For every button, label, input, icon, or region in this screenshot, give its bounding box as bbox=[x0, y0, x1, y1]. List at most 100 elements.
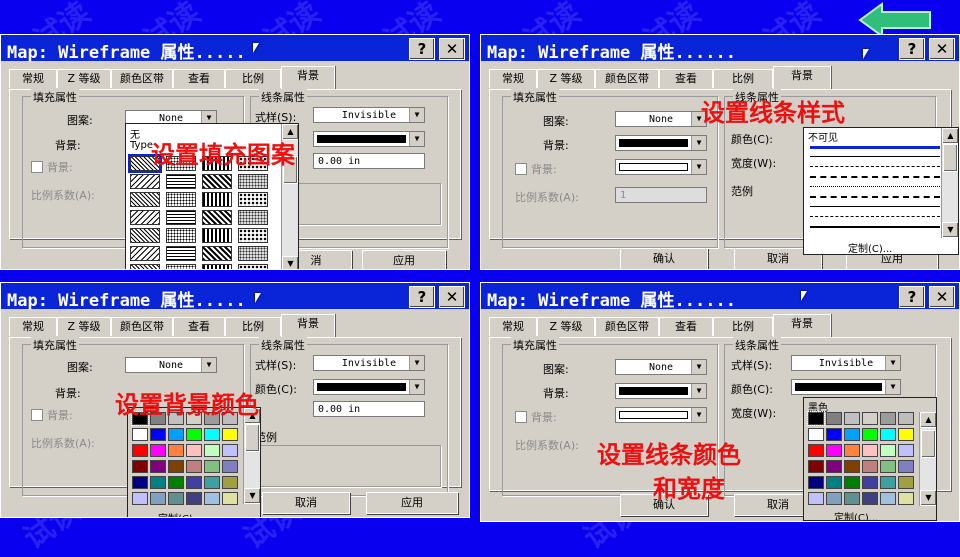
color-swatch[interactable] bbox=[132, 460, 148, 473]
color-swatch[interactable] bbox=[808, 444, 824, 457]
line-style-select[interactable]: Invisible ▼ bbox=[791, 355, 901, 371]
tab-view[interactable]: 查看 bbox=[173, 317, 225, 336]
color-swatch[interactable] bbox=[862, 428, 878, 441]
tab-z-level[interactable]: Z 等级 bbox=[57, 69, 111, 88]
color-swatch[interactable] bbox=[808, 460, 824, 473]
tab-view[interactable]: 查看 bbox=[173, 69, 225, 88]
background-alt-select[interactable]: ▼ bbox=[615, 159, 707, 175]
pattern-item-none[interactable]: 无 bbox=[130, 126, 140, 141]
pattern-swatch[interactable] bbox=[238, 228, 268, 243]
color-swatch[interactable] bbox=[222, 428, 238, 441]
background-checkbox[interactable] bbox=[515, 163, 527, 175]
color-swatch[interactable] bbox=[880, 492, 896, 505]
color-swatch[interactable] bbox=[862, 412, 878, 425]
tab-general[interactable]: 常规 bbox=[489, 69, 537, 88]
tab-background[interactable]: 背景 bbox=[773, 66, 831, 89]
line-sample[interactable] bbox=[810, 186, 940, 187]
color-swatch[interactable] bbox=[222, 444, 238, 457]
color-swatch[interactable] bbox=[168, 476, 184, 489]
color-swatch[interactable] bbox=[880, 460, 896, 473]
color-swatch[interactable] bbox=[204, 492, 220, 505]
color-swatch[interactable] bbox=[808, 476, 824, 489]
tab-z-level[interactable]: Z 等级 bbox=[57, 317, 111, 336]
line-sample[interactable] bbox=[810, 196, 940, 198]
title-bar[interactable]: Map: Wireframe 属性...... ? ✕ bbox=[481, 35, 959, 63]
line-sample[interactable] bbox=[810, 206, 940, 207]
title-bar[interactable]: Map: Wireframe 属性..... ? ✕ bbox=[1, 35, 469, 63]
color-swatch[interactable] bbox=[132, 476, 148, 489]
color-swatch[interactable] bbox=[880, 412, 896, 425]
close-button[interactable]: ✕ bbox=[929, 38, 955, 60]
background-checkbox[interactable] bbox=[31, 409, 43, 421]
tab-general[interactable]: 常规 bbox=[489, 317, 537, 336]
color-swatch[interactable] bbox=[204, 476, 220, 489]
color-swatch[interactable] bbox=[222, 492, 238, 505]
pattern-swatch[interactable] bbox=[130, 246, 160, 261]
background-color-select[interactable]: ▼ bbox=[615, 383, 707, 399]
color-swatch[interactable] bbox=[222, 476, 238, 489]
ok-button[interactable]: 确认 bbox=[620, 248, 708, 269]
color-swatch[interactable] bbox=[150, 492, 166, 505]
pattern-swatch[interactable] bbox=[166, 228, 196, 243]
color-scrollbar[interactable]: ▲ ▼ bbox=[919, 412, 936, 506]
pattern-swatch[interactable] bbox=[202, 192, 232, 207]
color-swatch[interactable] bbox=[186, 444, 202, 457]
pattern-select[interactable]: None ▼ bbox=[125, 357, 217, 373]
color-swatch[interactable] bbox=[898, 428, 914, 441]
color-swatch[interactable] bbox=[168, 428, 184, 441]
color-swatch[interactable] bbox=[862, 492, 878, 505]
scroll-up-icon[interactable]: ▲ bbox=[942, 128, 958, 144]
line-style-scrollbar[interactable]: ▲ ▼ bbox=[941, 128, 958, 238]
color-swatch[interactable] bbox=[880, 444, 896, 457]
scale-input[interactable]: 1 bbox=[615, 187, 707, 203]
color-swatch[interactable] bbox=[862, 444, 878, 457]
pattern-swatch[interactable] bbox=[202, 264, 232, 269]
tab-scale[interactable]: 比例 bbox=[713, 317, 773, 336]
pattern-swatch[interactable] bbox=[238, 192, 268, 207]
pattern-swatch[interactable] bbox=[202, 228, 232, 243]
apply-button[interactable]: 应用 bbox=[366, 492, 458, 514]
color-swatch[interactable] bbox=[808, 492, 824, 505]
color-swatch[interactable] bbox=[898, 444, 914, 457]
color-swatch[interactable] bbox=[844, 428, 860, 441]
line-sample-selected[interactable] bbox=[810, 146, 940, 149]
tab-scale[interactable]: 比例 bbox=[225, 317, 281, 336]
color-swatch[interactable] bbox=[844, 492, 860, 505]
tab-color-band[interactable]: 颜色区带 bbox=[595, 69, 659, 88]
pattern-swatch[interactable] bbox=[166, 192, 196, 207]
tab-background[interactable]: 背景 bbox=[773, 314, 831, 337]
color-swatch[interactable] bbox=[844, 476, 860, 489]
background-checkbox[interactable] bbox=[31, 161, 43, 173]
color-swatch[interactable] bbox=[132, 492, 148, 505]
color-swatch[interactable] bbox=[826, 492, 842, 505]
help-button[interactable]: ? bbox=[409, 286, 435, 308]
color-swatch[interactable] bbox=[844, 460, 860, 473]
line-width-input[interactable]: 0.00 in bbox=[313, 401, 425, 417]
color-swatch[interactable] bbox=[168, 444, 184, 457]
tab-background[interactable]: 背景 bbox=[281, 66, 335, 89]
color-swatch[interactable] bbox=[150, 428, 166, 441]
line-color-select[interactable]: ▼ bbox=[313, 379, 425, 395]
color-swatch[interactable] bbox=[168, 492, 184, 505]
pattern-swatch[interactable] bbox=[130, 264, 160, 269]
color-swatch[interactable] bbox=[826, 444, 842, 457]
pattern-swatch[interactable] bbox=[238, 264, 268, 269]
pattern-item-type[interactable]: Type bbox=[130, 140, 153, 151]
apply-button[interactable]: 应用 bbox=[362, 250, 446, 269]
color-swatch[interactable] bbox=[186, 460, 202, 473]
tab-background[interactable]: 背景 bbox=[281, 314, 335, 337]
tab-z-level[interactable]: Z 等级 bbox=[537, 317, 595, 336]
scroll-up-icon[interactable]: ▲ bbox=[920, 412, 936, 428]
pattern-swatch[interactable] bbox=[238, 210, 268, 225]
pattern-swatch[interactable] bbox=[202, 210, 232, 225]
line-sample[interactable] bbox=[810, 216, 940, 217]
pattern-swatch[interactable] bbox=[130, 174, 160, 189]
scroll-down-icon[interactable]: ▼ bbox=[282, 256, 298, 269]
color-swatch[interactable] bbox=[826, 428, 842, 441]
tab-view[interactable]: 查看 bbox=[659, 317, 713, 336]
line-color-select[interactable]: ▼ bbox=[313, 131, 425, 147]
color-swatch[interactable] bbox=[898, 492, 914, 505]
pattern-swatch[interactable] bbox=[166, 264, 196, 269]
custom-color-button[interactable]: 定制(C)... bbox=[158, 510, 202, 517]
color-swatch[interactable] bbox=[150, 460, 166, 473]
